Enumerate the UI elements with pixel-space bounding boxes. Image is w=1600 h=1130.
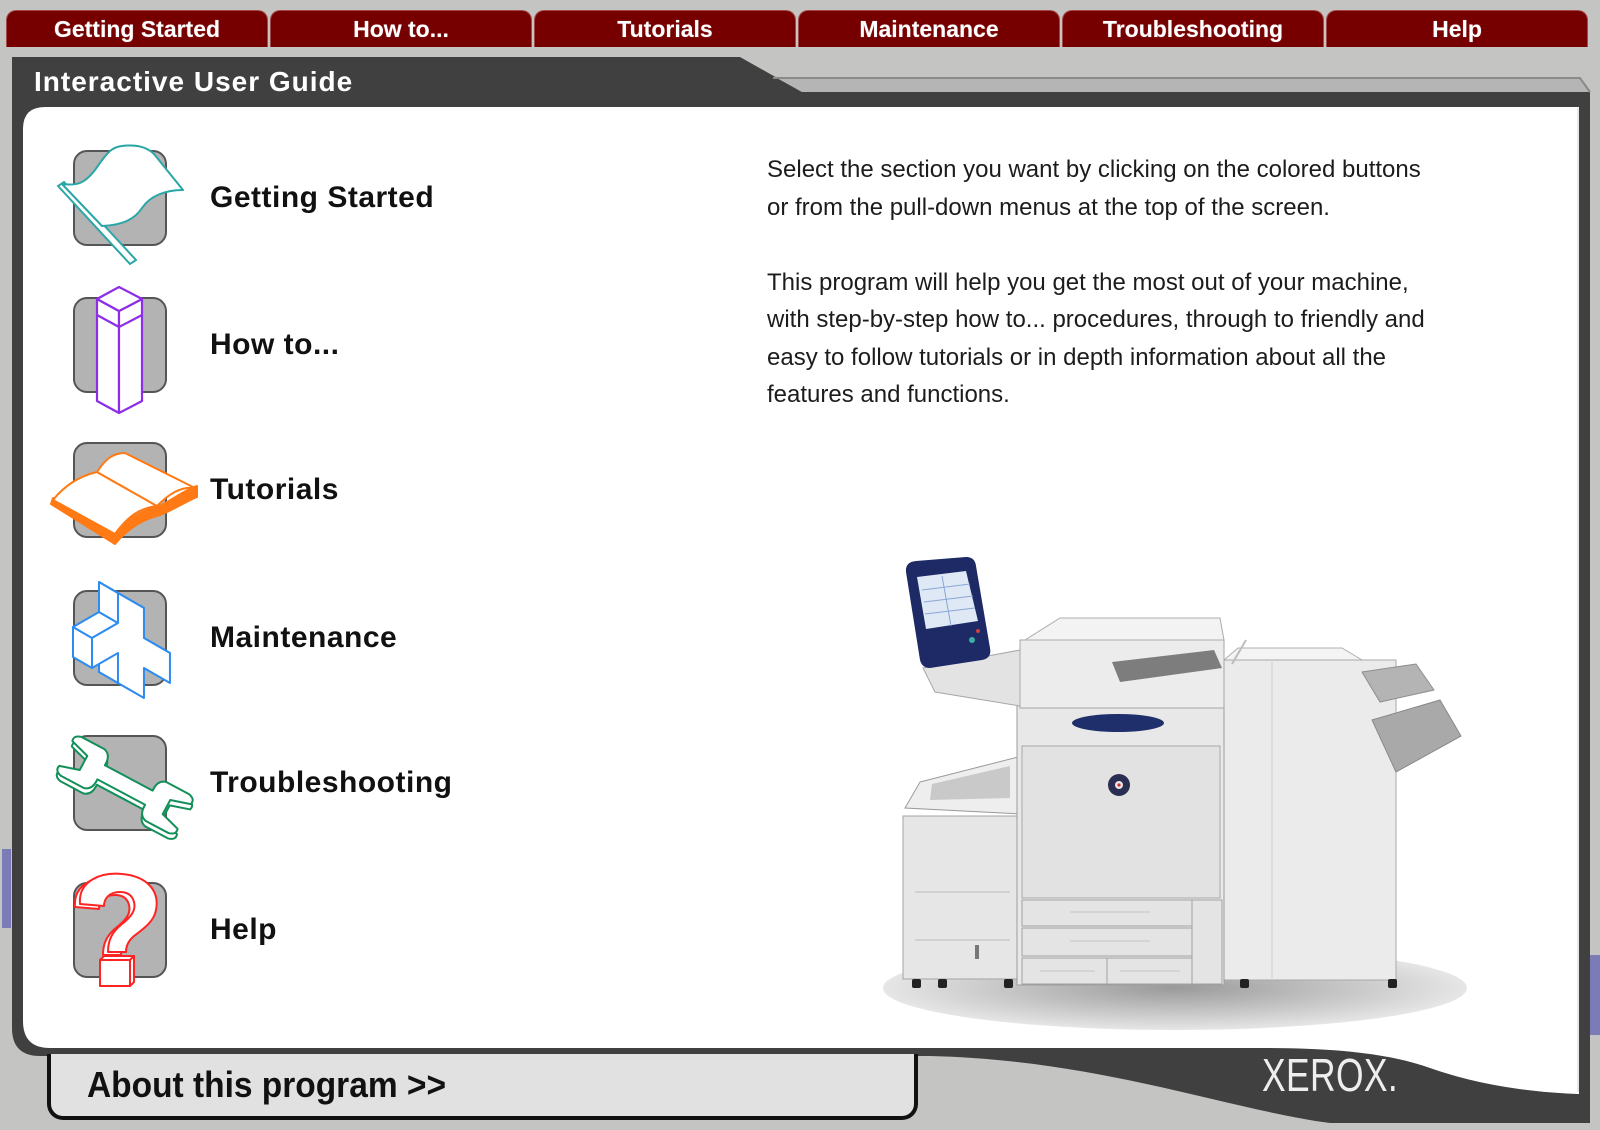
open-book-icon[interactable] — [50, 420, 200, 560]
section-getting-started[interactable]: Getting Started — [48, 128, 568, 268]
menu-tab-how-to[interactable]: How to... — [270, 10, 532, 47]
intro-text: Select the section you want by clicking … — [767, 151, 1425, 451]
top-menu-bar: Getting Started How to... Tutorials Main… — [6, 10, 1588, 47]
section-tutorials[interactable]: Tutorials — [48, 420, 568, 560]
menu-tab-maintenance[interactable]: Maintenance — [798, 10, 1060, 47]
section-how-to[interactable]: How to... — [48, 275, 568, 415]
section-label[interactable]: Troubleshooting — [210, 713, 452, 853]
column-icon[interactable] — [50, 275, 200, 415]
section-troubleshooting[interactable]: Troubleshooting — [48, 713, 568, 853]
printer-paper-feeder — [902, 755, 1023, 980]
printer-paper-trays — [1021, 899, 1223, 985]
intro-paragraph: Select the section you want by clicking … — [767, 151, 1425, 226]
app-title: Interactive User Guide — [34, 66, 354, 97]
section-label[interactable]: Help — [210, 860, 277, 1000]
menu-tab-getting-started[interactable]: Getting Started — [6, 10, 268, 47]
section-label[interactable]: How to... — [210, 275, 339, 415]
printer-control-panel — [905, 557, 1021, 707]
intro-line: easy to follow tutorials or in depth inf… — [767, 343, 1387, 371]
printer-finisher — [1222, 639, 1462, 981]
header-right-band — [775, 77, 1590, 92]
menu-tab-troubleshooting[interactable]: Troubleshooting — [1062, 10, 1324, 47]
about-program-button[interactable]: About this program >> — [47, 1054, 918, 1120]
question-mark-icon[interactable] — [50, 860, 200, 1000]
cross-icon[interactable] — [50, 568, 200, 708]
intro-paragraph: This program will help you get the most … — [767, 264, 1425, 414]
right-side-strip — [1590, 955, 1600, 1035]
section-label[interactable]: Tutorials — [210, 420, 339, 560]
left-side-strip — [2, 849, 11, 928]
flag-icon[interactable] — [50, 128, 200, 268]
menu-tab-help[interactable]: Help — [1326, 10, 1588, 47]
xerox-logo: XEROX. — [1262, 1049, 1399, 1101]
intro-line: or from the pull-down menus at the top o… — [767, 193, 1330, 221]
section-maintenance[interactable]: Maintenance — [48, 568, 568, 708]
printer-front-oval — [1072, 714, 1164, 732]
wrench-icon[interactable] — [50, 713, 200, 853]
section-label[interactable]: Maintenance — [210, 568, 397, 708]
section-help[interactable]: Help — [48, 860, 568, 1000]
section-label[interactable]: Getting Started — [210, 128, 434, 268]
about-program-label[interactable]: About this program >> — [87, 1054, 446, 1116]
intro-line: Select the section you want by clicking … — [767, 156, 1421, 183]
intro-line: features and functions. — [767, 381, 1010, 408]
intro-line: with step-by-step how to... procedures, … — [767, 306, 1425, 333]
printer-illustration — [883, 557, 1467, 1030]
intro-line: This program will help you get the most … — [767, 268, 1409, 296]
menu-tab-tutorials[interactable]: Tutorials — [534, 10, 796, 47]
